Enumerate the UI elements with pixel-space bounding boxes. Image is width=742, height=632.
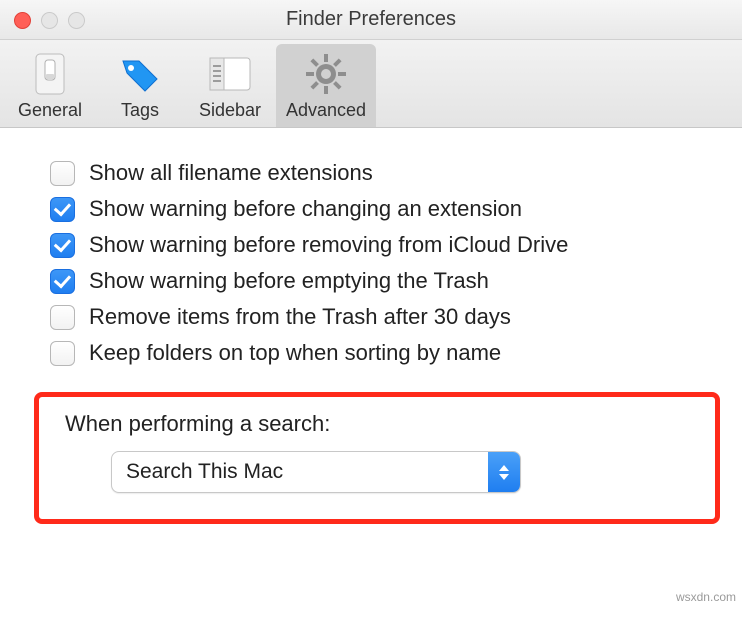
- checkbox-label: Keep folders on top when sorting by name: [89, 340, 501, 366]
- tags-icon: [116, 50, 164, 98]
- checkbox-label: Remove items from the Trash after 30 day…: [89, 304, 511, 330]
- close-button[interactable]: [14, 12, 31, 29]
- option-warn-icloud-remove[interactable]: Show warning before removing from iCloud…: [50, 232, 706, 258]
- tab-label: Advanced: [286, 100, 366, 121]
- tab-label: Sidebar: [199, 100, 261, 121]
- toolbar: General Tags Sid: [0, 40, 742, 128]
- checkbox-label: Show warning before changing an extensio…: [89, 196, 522, 222]
- tab-sidebar[interactable]: Sidebar: [186, 44, 274, 127]
- tab-advanced[interactable]: Advanced: [276, 44, 376, 127]
- checkbox[interactable]: [50, 233, 75, 258]
- window-title: Finder Preferences: [0, 8, 742, 31]
- option-folders-on-top[interactable]: Keep folders on top when sorting by name: [50, 340, 706, 366]
- traffic-lights: [14, 12, 85, 29]
- checkbox[interactable]: [50, 305, 75, 330]
- option-auto-remove-trash[interactable]: Remove items from the Trash after 30 day…: [50, 304, 706, 330]
- tab-tags[interactable]: Tags: [96, 44, 184, 127]
- content-area: Show all filename extensions Show warnin…: [0, 128, 742, 548]
- preferences-window: Finder Preferences General Tags: [0, 0, 742, 548]
- checkbox[interactable]: [50, 269, 75, 294]
- tab-label: General: [18, 100, 82, 121]
- tab-general[interactable]: General: [6, 44, 94, 127]
- titlebar: Finder Preferences: [0, 0, 742, 40]
- option-warn-empty-trash[interactable]: Show warning before emptying the Trash: [50, 268, 706, 294]
- gear-icon: [302, 50, 350, 98]
- checkbox-label: Show warning before removing from iCloud…: [89, 232, 568, 258]
- checkbox[interactable]: [50, 197, 75, 222]
- general-icon: [26, 50, 74, 98]
- tab-label: Tags: [121, 100, 159, 121]
- maximize-button[interactable]: [68, 12, 85, 29]
- option-show-extensions[interactable]: Show all filename extensions: [50, 160, 706, 186]
- chevron-up-down-icon: [488, 452, 520, 492]
- select-value: Search This Mac: [126, 460, 283, 484]
- search-section-highlight: When performing a search: Search This Ma…: [34, 392, 720, 524]
- checkbox-label: Show all filename extensions: [89, 160, 373, 186]
- checkbox-label: Show warning before emptying the Trash: [89, 268, 489, 294]
- sidebar-icon: [206, 50, 254, 98]
- search-scope-select[interactable]: Search This Mac: [111, 451, 521, 493]
- minimize-button[interactable]: [41, 12, 58, 29]
- checkbox[interactable]: [50, 161, 75, 186]
- watermark: wsxdn.com: [676, 590, 736, 604]
- checkbox[interactable]: [50, 341, 75, 366]
- search-section-label: When performing a search:: [65, 411, 695, 437]
- option-warn-extension-change[interactable]: Show warning before changing an extensio…: [50, 196, 706, 222]
